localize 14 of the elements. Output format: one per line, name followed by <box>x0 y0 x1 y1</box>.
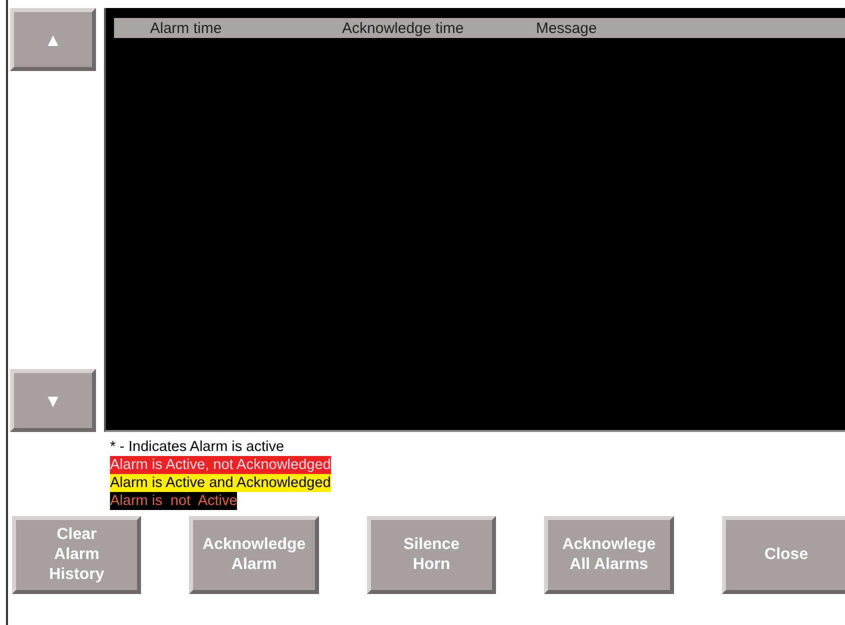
scroll-down-button[interactable]: ▼ <box>10 369 96 432</box>
legend-entry: Alarm is Active and Acknowledged <box>110 474 331 492</box>
action-button[interactable]: Close <box>722 516 845 594</box>
legend-entry: Alarm is not Active <box>110 492 238 510</box>
column-header: Message <box>536 20 597 36</box>
action-button[interactable]: Clear Alarm History <box>12 516 142 594</box>
column-header: Acknowledge time <box>342 20 465 36</box>
scroll-up-button[interactable]: ▲ <box>10 8 96 71</box>
action-button[interactable]: Silence Horn <box>366 516 496 594</box>
legend-note: * - Indicates Alarm is active <box>110 438 284 456</box>
action-button[interactable]: Acknowledge Alarm <box>189 516 319 594</box>
legend-entry: Alarm is Active, not Acknowledged <box>110 456 331 474</box>
action-button[interactable]: Acknowlege All Alarms <box>544 516 674 594</box>
column-header: Alarm time <box>150 20 223 36</box>
